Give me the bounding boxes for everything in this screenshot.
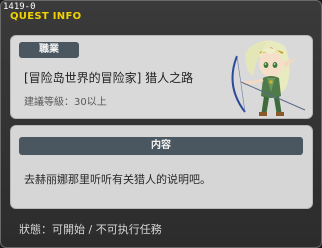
quest-info-window: 1419-0 QUEST INFO 職業 [冒险岛世界的冒险家] 猎人之路 建議… — [0, 0, 322, 248]
content-header: 内容 — [19, 137, 303, 155]
job-badge: 職業 — [19, 42, 79, 58]
quest-name: [冒险岛世界的冒险家] 猎人之路 — [24, 71, 194, 85]
quest-description: 去赫丽娜那里听听有关猎人的说明吧。 — [24, 173, 211, 186]
quest-summary-panel: 職業 [冒险岛世界的冒险家] 猎人之路 建議等級：30以上 — [10, 35, 313, 119]
elf-archer-portrait-icon — [231, 40, 306, 116]
recommended-level: 建議等級：30以上 — [24, 97, 107, 108]
quest-content-panel: 内容 去赫丽娜那里听听有关猎人的说明吧。 — [10, 125, 313, 209]
window-title: QUEST INFO — [10, 11, 82, 22]
quest-status: 狀態：可開始 / 不可执行任務 — [19, 223, 162, 236]
